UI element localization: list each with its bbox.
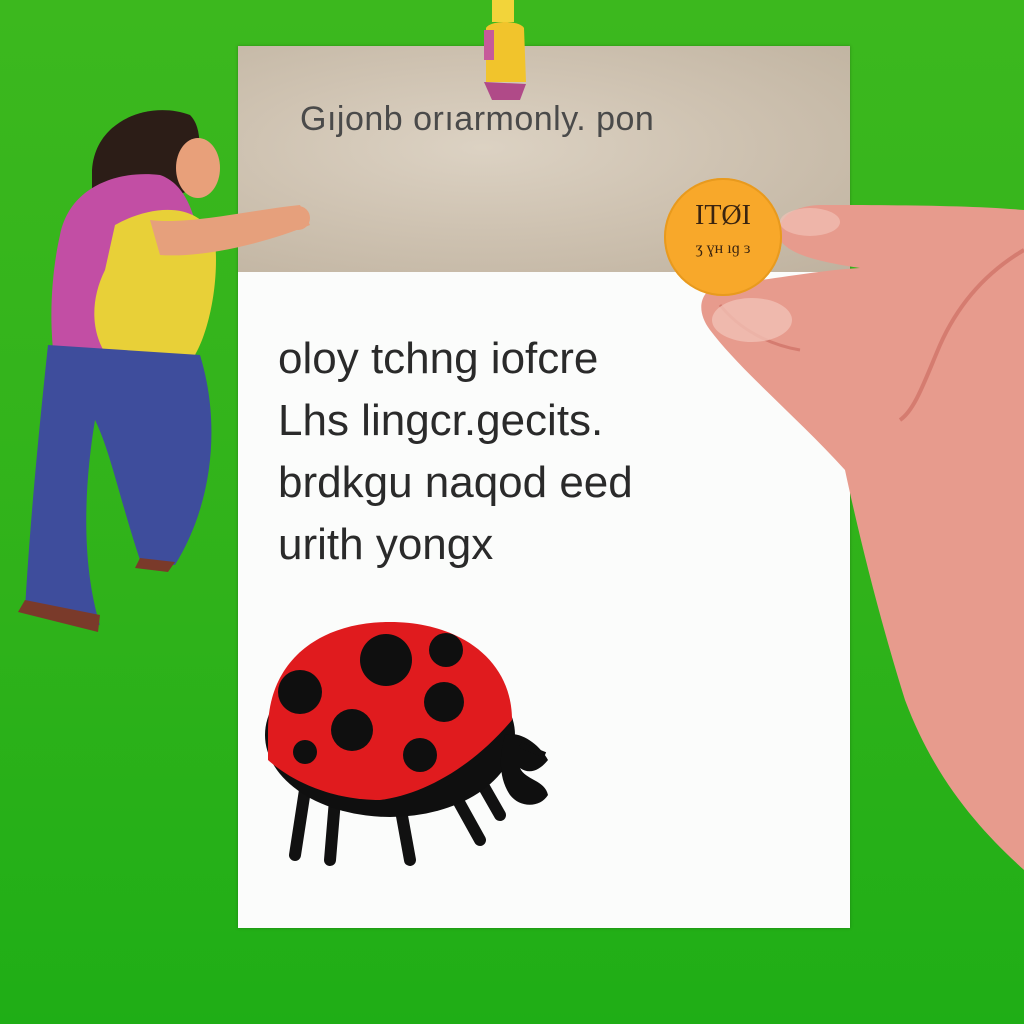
- woman-figure-illustration: [18, 110, 310, 632]
- ladybug-illustration: [265, 622, 548, 866]
- sticker-text-line2: ʒ ɣʜ ıɡ ɜ: [695, 240, 751, 257]
- illustration-layer: [18, 0, 1024, 870]
- hand-illustration: [701, 205, 1024, 870]
- scene: Gıjonb orıarmonly. pon oloy tchng iofcre…: [0, 0, 1024, 1024]
- tiny-figure-illustration: [484, 0, 526, 100]
- orange-sticker: ITØI ʒ ɣʜ ıɡ ɜ: [664, 178, 782, 296]
- sticker-text-line1: ITØI: [695, 200, 751, 231]
